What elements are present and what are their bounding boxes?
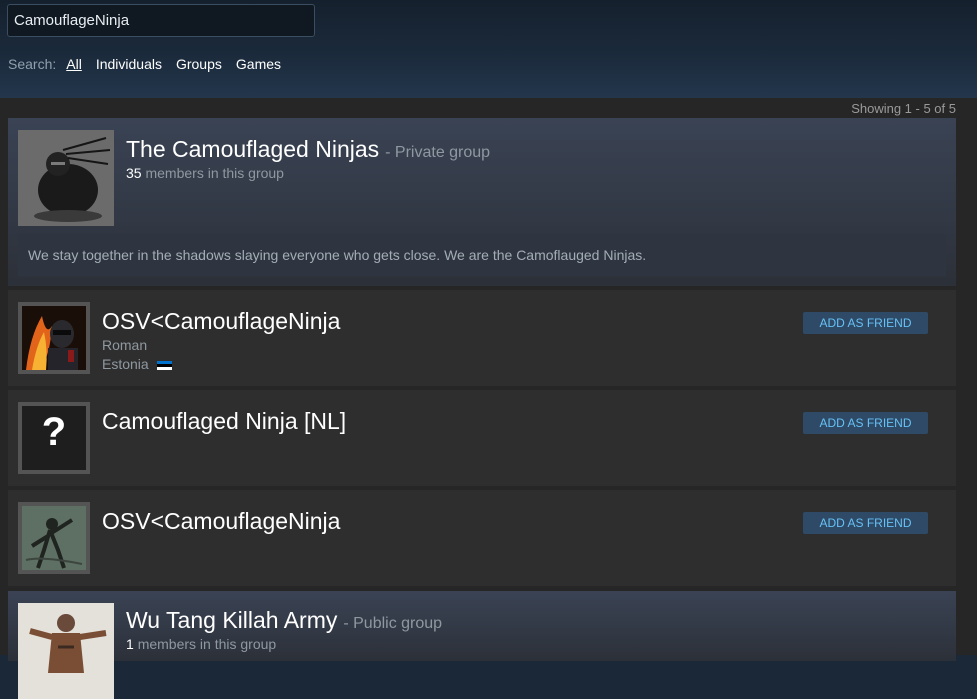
ninja-avatar-icon[interactable] bbox=[18, 130, 114, 226]
user-avatar[interactable] bbox=[18, 302, 90, 374]
search-filters: Search: All Individuals Groups Games bbox=[8, 55, 295, 73]
group-member-count: 35 bbox=[126, 165, 142, 181]
filter-games[interactable]: Games bbox=[236, 56, 281, 72]
user-avatar[interactable] bbox=[18, 502, 90, 574]
user-avatar[interactable]: ? bbox=[18, 402, 90, 474]
search-header: Search: All Individuals Groups Games bbox=[0, 0, 977, 98]
add-friend-button[interactable]: ADD AS FRIEND bbox=[803, 512, 928, 534]
group-member-text: members in this group bbox=[145, 165, 284, 181]
group-name-link[interactable]: Wu Tang Killah Army bbox=[126, 607, 337, 633]
user-result: ? Camouflaged Ninja [NL] ADD AS FRIEND bbox=[8, 390, 956, 486]
group-type: - Private group bbox=[385, 144, 491, 161]
group-name-link[interactable]: The Camouflaged Ninjas bbox=[126, 136, 379, 162]
group-title: Wu Tang Killah Army - Public group bbox=[126, 607, 442, 634]
user-location: Estonia bbox=[102, 356, 172, 372]
group-member-count: 1 bbox=[126, 636, 134, 652]
add-friend-button[interactable]: ADD AS FRIEND bbox=[803, 412, 928, 434]
group-members: 35 members in this group bbox=[126, 165, 284, 181]
group-avatar[interactable] bbox=[18, 603, 114, 699]
group-result: Wu Tang Killah Army - Public group 1 memb… bbox=[8, 591, 956, 699]
results-count: Showing 1 - 5 of 5 bbox=[851, 101, 956, 116]
group-result: The Camouflaged Ninjas - Private group 35… bbox=[8, 118, 956, 286]
user-name-link[interactable]: Camouflaged Ninja [NL] bbox=[102, 408, 346, 435]
group-title: The Camouflaged Ninjas - Private group bbox=[126, 136, 490, 163]
group-type: - Public group bbox=[343, 615, 443, 632]
results-area: Showing 1 - 5 of 5 The Camouflaged Ninja… bbox=[0, 98, 977, 699]
group-description: We stay together in the shadows slaying … bbox=[18, 234, 946, 276]
estonia-flag-icon bbox=[156, 360, 172, 370]
filter-all[interactable]: All bbox=[66, 56, 82, 72]
group-member-text: members in this group bbox=[137, 636, 277, 652]
unknown-avatar-icon: ? bbox=[41, 410, 67, 454]
user-result: OSV<CamouflageNinja ADD AS FRIEND bbox=[8, 490, 956, 586]
user-real-name: Roman bbox=[102, 337, 148, 353]
add-friend-button[interactable]: ADD AS FRIEND bbox=[803, 312, 928, 334]
user-name-link[interactable]: OSV<CamouflageNinja bbox=[102, 508, 340, 535]
filter-individuals[interactable]: Individuals bbox=[96, 56, 162, 72]
group-members: 1 members in this group bbox=[126, 636, 276, 652]
filter-groups[interactable]: Groups bbox=[176, 56, 222, 72]
user-location-text: Estonia bbox=[102, 356, 149, 372]
search-filter-label: Search: bbox=[8, 56, 57, 72]
user-name-link[interactable]: OSV<CamouflageNinja bbox=[102, 308, 340, 335]
search-input[interactable] bbox=[7, 4, 315, 37]
user-result: OSV<CamouflageNinja Roman Estonia ADD AS… bbox=[8, 290, 956, 386]
